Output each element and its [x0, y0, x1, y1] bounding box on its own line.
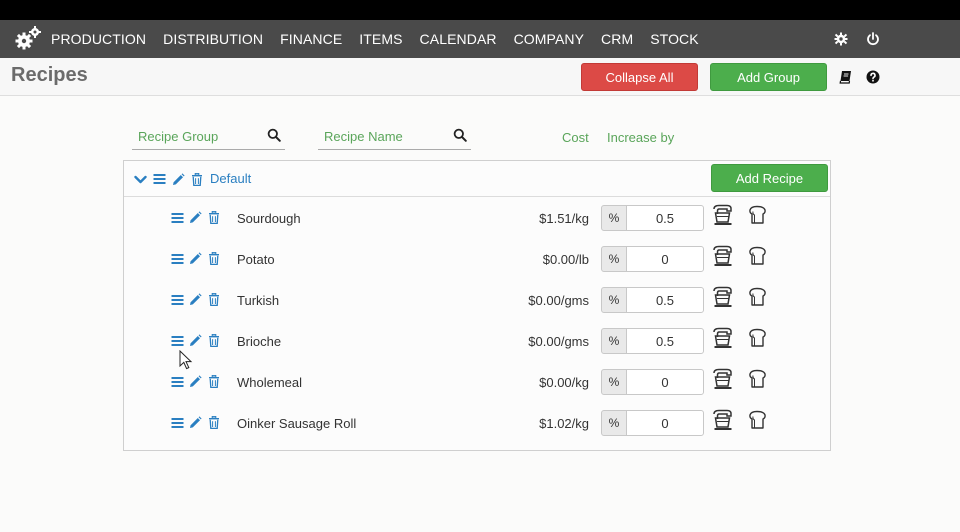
- bread-icon[interactable]: [748, 205, 768, 225]
- recipe-cost: $0.00/gms: [528, 293, 589, 308]
- recipe-cost: $1.51/kg: [539, 211, 589, 226]
- recipe-group-filter: [132, 124, 285, 150]
- percent-unit-addon: %: [601, 410, 627, 436]
- bread-icon[interactable]: [748, 328, 768, 348]
- increase-input[interactable]: [626, 328, 704, 354]
- increase-input[interactable]: [626, 287, 704, 313]
- book-icon[interactable]: [838, 69, 854, 85]
- drag-handle-icon[interactable]: [171, 252, 184, 265]
- bread-icon[interactable]: [748, 410, 768, 430]
- percent-unit-addon: %: [601, 246, 627, 272]
- add-recipe-button[interactable]: Add Recipe: [711, 164, 828, 192]
- nav-company[interactable]: COMPANY: [514, 31, 584, 47]
- page-header: Recipes Collapse All Add Group: [0, 58, 960, 96]
- percent-unit-addon: %: [601, 369, 627, 395]
- nav-crm[interactable]: CRM: [601, 31, 633, 47]
- drag-handle-icon[interactable]: [171, 211, 184, 224]
- recipe-row: Sourdough $1.51/kg %: [124, 197, 830, 238]
- edit-icon[interactable]: [189, 252, 202, 265]
- drag-handle-icon[interactable]: [171, 293, 184, 306]
- recipe-name[interactable]: Potato: [237, 252, 275, 267]
- recipe-name[interactable]: Turkish: [237, 293, 279, 308]
- gears-icon[interactable]: [14, 25, 42, 53]
- recipe-name[interactable]: Sourdough: [237, 211, 301, 226]
- recipe-cost: $0.00/gms: [528, 334, 589, 349]
- drag-handle-icon[interactable]: [171, 375, 184, 388]
- nav-items[interactable]: ITEMS: [359, 31, 402, 47]
- recipe-row: Oinker Sausage Roll $1.02/kg %: [124, 402, 830, 443]
- nav-finance[interactable]: FINANCE: [280, 31, 342, 47]
- power-icon[interactable]: [864, 30, 882, 48]
- recipe-name-filter: [318, 124, 471, 150]
- edit-icon[interactable]: [189, 334, 202, 347]
- drag-handle-icon[interactable]: [152, 172, 166, 186]
- group-header: Default Add Recipe: [124, 161, 830, 197]
- trash-icon[interactable]: [207, 334, 220, 347]
- mixer-icon[interactable]: [712, 245, 734, 267]
- edit-icon[interactable]: [189, 293, 202, 306]
- recipe-cost: $0.00/kg: [539, 375, 589, 390]
- trash-icon[interactable]: [190, 172, 204, 186]
- trash-icon[interactable]: [207, 293, 220, 306]
- drag-handle-icon[interactable]: [171, 334, 184, 347]
- window-top-band: [0, 0, 960, 20]
- nav-calendar[interactable]: CALENDAR: [420, 31, 497, 47]
- trash-icon[interactable]: [207, 211, 220, 224]
- page-title: Recipes: [11, 64, 88, 86]
- percent-unit-addon: %: [601, 205, 627, 231]
- increase-input[interactable]: [626, 410, 704, 436]
- bread-icon[interactable]: [748, 287, 768, 307]
- search-icon[interactable]: [453, 128, 467, 142]
- recipe-row: Turkish $0.00/gms %: [124, 279, 830, 320]
- recipe-group-panel: Default Add Recipe Sourdough $1.51/kg %: [123, 160, 831, 451]
- mixer-icon[interactable]: [712, 368, 734, 390]
- increase-input[interactable]: [626, 205, 704, 231]
- recipe-name-input[interactable]: [318, 124, 438, 148]
- increase-input[interactable]: [626, 369, 704, 395]
- recipe-row: Wholemeal $0.00/kg %: [124, 361, 830, 402]
- search-icon[interactable]: [267, 128, 281, 142]
- recipe-row: Potato $0.00/lb %: [124, 238, 830, 279]
- trash-icon[interactable]: [207, 252, 220, 265]
- increase-column-label: Increase by: [607, 130, 675, 145]
- recipe-name[interactable]: Wholemeal: [237, 375, 302, 390]
- mixer-icon[interactable]: [712, 204, 734, 226]
- percent-unit-addon: %: [601, 328, 627, 354]
- nav-distribution[interactable]: DISTRIBUTION: [163, 31, 263, 47]
- mouse-cursor: [179, 349, 193, 370]
- main-navbar: PRODUCTION DISTRIBUTION FINANCE ITEMS CA…: [0, 20, 960, 58]
- chevron-down-icon[interactable]: [133, 172, 147, 186]
- collapse-all-button[interactable]: Collapse All: [581, 63, 698, 91]
- edit-icon[interactable]: [189, 211, 202, 224]
- increase-input[interactable]: [626, 246, 704, 272]
- gear-icon[interactable]: [832, 30, 850, 48]
- recipe-name[interactable]: Oinker Sausage Roll: [237, 416, 356, 431]
- percent-unit-addon: %: [601, 287, 627, 313]
- bread-icon[interactable]: [748, 246, 768, 266]
- mixer-icon[interactable]: [712, 327, 734, 349]
- nav-production[interactable]: PRODUCTION: [51, 31, 146, 47]
- mixer-icon[interactable]: [712, 409, 734, 431]
- bread-icon[interactable]: [748, 369, 768, 389]
- group-name[interactable]: Default: [210, 171, 251, 186]
- help-icon[interactable]: [865, 69, 881, 85]
- drag-handle-icon[interactable]: [171, 416, 184, 429]
- edit-icon[interactable]: [189, 416, 202, 429]
- add-group-button[interactable]: Add Group: [710, 63, 827, 91]
- trash-icon[interactable]: [207, 375, 220, 388]
- cost-column-label: Cost: [562, 130, 589, 145]
- nav-stock[interactable]: STOCK: [650, 31, 698, 47]
- recipe-row: Brioche $0.00/gms %: [124, 320, 830, 361]
- mixer-icon[interactable]: [712, 286, 734, 308]
- edit-icon[interactable]: [171, 172, 185, 186]
- recipe-name[interactable]: Brioche: [237, 334, 281, 349]
- recipe-cost: $1.02/kg: [539, 416, 589, 431]
- recipe-group-input[interactable]: [132, 124, 252, 148]
- edit-icon[interactable]: [189, 375, 202, 388]
- recipe-cost: $0.00/lb: [542, 252, 589, 267]
- trash-icon[interactable]: [207, 416, 220, 429]
